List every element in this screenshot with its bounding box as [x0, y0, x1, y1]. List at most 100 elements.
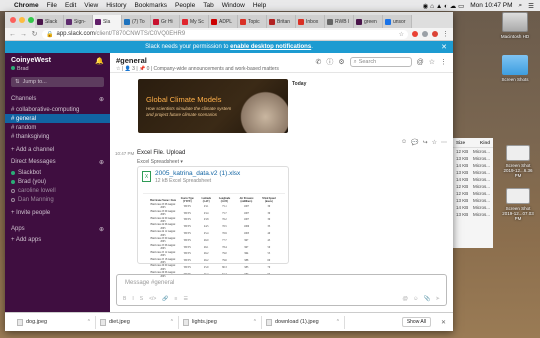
browser-tab[interactable]: RWB I — [325, 15, 354, 28]
browser-tab[interactable]: Gr Hi — [151, 15, 180, 28]
format-tool-icon[interactable]: 🔗 — [162, 296, 168, 302]
download-item[interactable]: download (1).jpeg ⌃ — [262, 315, 345, 329]
sidebar-item-dm[interactable]: Dan Manning — [5, 195, 110, 204]
sidebar-item-dm[interactable]: Slackbot — [5, 168, 110, 177]
finder-row[interactable]: 12 KB Micros... — [453, 148, 493, 155]
sidebar-item-thanksgiving[interactable]: # thanksgiving — [5, 132, 110, 141]
download-item[interactable]: dog.jpeg ⌃ — [13, 315, 96, 329]
format-tool-icon[interactable]: </> — [149, 296, 156, 302]
menu-tab[interactable]: Tab — [203, 2, 213, 9]
sidebar-item-general[interactable]: # general — [5, 114, 110, 123]
format-tool-icon[interactable]: B — [123, 296, 126, 302]
dm-section-header[interactable]: Direct Messages ⊕ — [5, 154, 110, 168]
message-timestamp[interactable]: 10:47 PM — [115, 151, 134, 156]
image-attachment-preview[interactable]: Global Climate Models How scientists sim… — [138, 79, 288, 133]
more-actions-icon[interactable]: ⋯ — [441, 139, 447, 146]
mention-icon[interactable]: @ — [402, 296, 408, 302]
sidebar-item-dm[interactable]: caroline lowell — [5, 186, 110, 195]
message-subtext[interactable]: Excel Spreadsheet ▾ — [137, 159, 183, 165]
profile-avatar[interactable] — [432, 31, 438, 37]
send-icon[interactable]: ➤ — [435, 296, 440, 302]
download-item[interactable]: lights.jpeg ⌃ — [179, 315, 262, 329]
save-star-icon[interactable]: ☆ — [432, 139, 437, 146]
menu-app-name[interactable]: Chrome — [14, 2, 39, 9]
add-dm-icon[interactable]: ⊕ — [99, 159, 104, 166]
format-tool-icon[interactable]: ≡ — [175, 296, 178, 302]
extension-icon[interactable] — [422, 31, 428, 37]
add-channel-icon[interactable]: ⊕ — [99, 96, 104, 103]
add-app-icon[interactable]: ⊕ — [99, 226, 104, 233]
menu-people[interactable]: People — [175, 2, 195, 9]
desktop-icon-screenshot-2[interactable]: Screen Shot 2019-12...07.03 PM — [498, 188, 538, 221]
download-item[interactable]: diet.jpeg ⌃ — [96, 315, 179, 329]
info-icon[interactable]: ⓘ — [326, 57, 333, 67]
finder-row[interactable]: 13 KB Micros... — [453, 211, 493, 218]
search-input[interactable]: ⌕ Search — [349, 57, 412, 67]
menu-window[interactable]: Window — [222, 2, 245, 9]
menu-bookmarks[interactable]: Bookmarks — [134, 2, 167, 9]
finder-row[interactable]: 14 KB Micros... — [453, 204, 493, 211]
add-channel-button[interactable]: + Add a channel — [5, 145, 110, 154]
call-icon[interactable]: ✆ — [315, 58, 321, 66]
message-composer[interactable]: Message #general B I S </> 🔗 ≡ ☰ @ ☺ 📎 ➤ — [116, 274, 447, 306]
format-tool-icon[interactable]: I — [132, 296, 133, 302]
close-banner-icon[interactable]: ✕ — [441, 43, 447, 51]
current-user[interactable]: Brad — [5, 65, 110, 73]
finder-row[interactable]: 14 KB Micros... — [453, 176, 493, 183]
workspace-header[interactable]: CoinyeWest 🔔 — [5, 53, 110, 65]
menu-file[interactable]: File — [47, 2, 57, 9]
chevron-up-icon[interactable]: ⌃ — [87, 319, 91, 325]
finder-row[interactable]: 13 KB Micros... — [453, 197, 493, 204]
status-icons[interactable]: ◉ ⌂ ▲ ◐ ☁ ▭ — [423, 2, 465, 10]
file-name-link[interactable]: 2005_katrina_data.v2 (1).xlsx — [155, 170, 240, 177]
finder-col-kind[interactable]: Kind — [480, 140, 490, 145]
chevron-up-icon[interactable]: ⌃ — [336, 319, 340, 325]
chevron-up-icon[interactable]: ⌃ — [253, 319, 257, 325]
finder-row[interactable]: 13 KB Micros... — [453, 155, 493, 162]
apps-section-header[interactable]: Apps ⊕ — [5, 221, 110, 235]
browser-tab[interactable]: My Sc — [180, 15, 209, 28]
add-apps-button[interactable]: + Add apps — [5, 235, 110, 244]
maximize-window-icon[interactable] — [28, 17, 34, 23]
reload-icon[interactable]: ↻ — [31, 30, 38, 38]
starred-icon[interactable]: ☆ — [429, 58, 435, 66]
desktop-icon-screenshot-1[interactable]: Screen Shot 2019-12...6.36 PM — [498, 145, 538, 178]
desktop-icon-drive[interactable]: Macintosh HD — [493, 12, 537, 39]
share-icon[interactable]: ↪ — [423, 139, 428, 146]
settings-gear-icon[interactable]: ⚙ — [338, 58, 344, 66]
attach-icon[interactable]: 📎 — [424, 296, 431, 302]
browser-tab[interactable]: Sign- — [64, 15, 93, 28]
channel-title[interactable]: #general — [116, 56, 279, 65]
browser-tab[interactable]: Slack — [35, 15, 64, 28]
browser-tab[interactable]: Britan — [267, 15, 296, 28]
menu-edit[interactable]: Edit — [65, 2, 76, 9]
browser-tab[interactable]: Sla — [93, 15, 122, 28]
bell-icon[interactable]: 🔔 — [95, 57, 104, 65]
show-all-button[interactable]: Show All — [401, 317, 431, 327]
finder-row[interactable]: 13 KB Micros... — [453, 169, 493, 176]
sidebar-item-random[interactable]: # random — [5, 123, 110, 132]
close-window-icon[interactable] — [10, 17, 16, 23]
chrome-menu-icon[interactable]: ⋮ — [442, 30, 449, 38]
finder-row[interactable]: 14 KB Micros... — [453, 162, 493, 169]
jump-to-button[interactable]: ⇅ Jump to... — [11, 77, 104, 87]
add-reaction-icon[interactable]: ☺ — [401, 139, 407, 146]
file-attachment-card[interactable]: X 2005_katrina_data.v2 (1).xlsx 12 kB Ex… — [137, 166, 289, 278]
browser-tab[interactable]: green — [354, 15, 383, 28]
forward-icon[interactable]: → — [20, 31, 27, 38]
url-field[interactable]: 🔒 app.slack.com/client/T870CNWTS/C0VQ0EH… — [42, 29, 408, 39]
browser-tab[interactable]: ADPL — [209, 15, 238, 28]
menu-history[interactable]: History — [106, 2, 126, 9]
enable-notifications-link[interactable]: enable desktop notifications — [230, 44, 311, 50]
channels-section-header[interactable]: Channels ⊕ — [5, 91, 110, 105]
sidebar-item-dm[interactable]: Brad (you) — [5, 177, 110, 186]
notification-center-icon[interactable]: ☰ — [528, 2, 534, 10]
chevron-up-icon[interactable]: ⌃ — [170, 319, 174, 325]
browser-tab[interactable]: Topic — [238, 15, 267, 28]
reply-thread-icon[interactable]: 💬 — [411, 139, 418, 146]
close-downloads-icon[interactable]: ✕ — [441, 319, 446, 326]
emoji-icon[interactable]: ☺ — [413, 296, 419, 302]
browser-tab[interactable]: unsor — [383, 15, 412, 28]
spotlight-icon[interactable]: ⌕ — [519, 2, 523, 10]
finder-row[interactable]: 12 KB Micros... — [453, 190, 493, 197]
